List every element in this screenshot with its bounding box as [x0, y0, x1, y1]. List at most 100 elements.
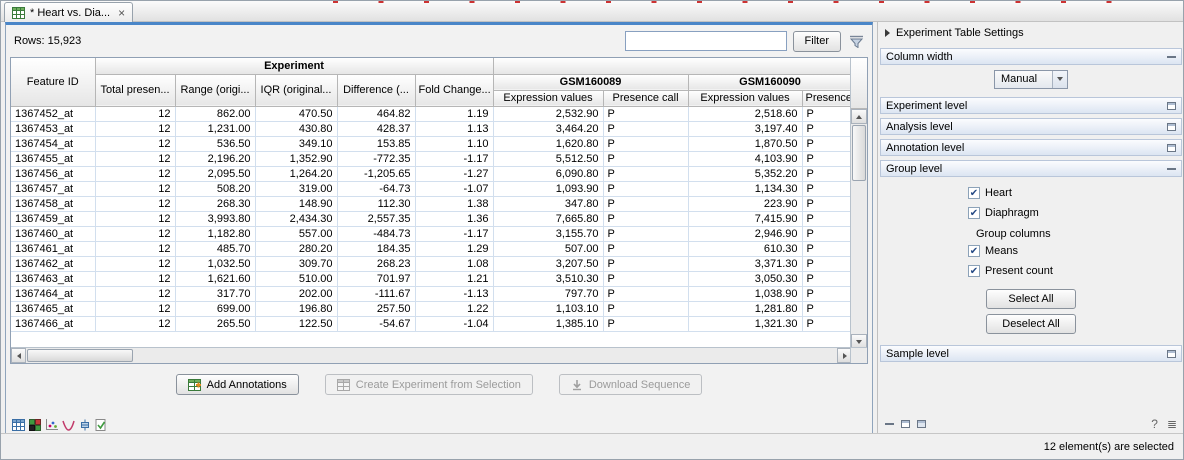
box-plot-view-icon[interactable] [79, 419, 91, 431]
table-cell: 1,134.30 [688, 181, 802, 196]
tab-close-icon[interactable]: × [118, 8, 125, 18]
horizontal-scroll-thumb[interactable] [27, 349, 133, 362]
section-column-width[interactable]: Column width [880, 48, 1182, 65]
section-group-level[interactable]: Group level [880, 160, 1182, 177]
tab-heart-vs-diaphragm[interactable]: * Heart vs. Dia... × [4, 2, 133, 22]
selection-status: 12 element(s) are selected [1044, 441, 1174, 453]
float-panel-icon[interactable] [901, 420, 910, 428]
group-header-experiment[interactable]: Experiment [95, 58, 493, 74]
checkbox[interactable]: ✔ [968, 187, 980, 199]
scroll-up-button[interactable] [851, 109, 867, 124]
expand-section-icon[interactable] [1167, 102, 1176, 110]
col-header-iqr[interactable]: IQR (original... [255, 74, 337, 106]
table-row[interactable]: 1367462_at121,032.50309.70268.231.083,20… [11, 256, 852, 271]
table-row[interactable]: 1367452_at12862.00470.50464.821.192,532.… [11, 106, 852, 121]
checkbox-row[interactable]: ✔Means [968, 242, 1184, 260]
checkbox[interactable]: ✔ [968, 265, 980, 277]
vertical-scrollbar[interactable] [850, 58, 867, 349]
table-cell: 148.90 [255, 196, 337, 211]
filter-button[interactable]: Filter [793, 31, 841, 52]
table-cell: 862.00 [175, 106, 255, 121]
col-header-fold-change[interactable]: Fold Change... [415, 74, 493, 106]
select-all-button[interactable]: Select All [986, 289, 1076, 309]
col-header-feature-id[interactable]: Feature ID [11, 58, 95, 106]
collapse-section-icon[interactable] [1167, 168, 1176, 170]
group-header-gsm160090[interactable]: GSM160090 [688, 74, 852, 90]
create-experiment-button[interactable]: Create Experiment from Selection [325, 374, 533, 395]
vertical-scroll-track[interactable] [851, 124, 867, 334]
annotation-view-icon[interactable] [95, 419, 107, 431]
table-row[interactable]: 1367458_at12268.30148.90112.301.38347.80… [11, 196, 852, 211]
table-row[interactable]: 1367456_at122,095.501,264.20-1,205.65-1.… [11, 166, 852, 181]
table-cell: 1.29 [415, 241, 493, 256]
collapse-section-icon[interactable] [1167, 56, 1176, 58]
table-cell: 701.97 [337, 271, 415, 286]
add-annotations-button[interactable]: Add Annotations [176, 374, 299, 395]
table-view-icon[interactable] [12, 419, 25, 431]
table-row[interactable]: 1367464_at12317.70202.00-111.67-1.13797.… [11, 286, 852, 301]
table-row[interactable]: 1367460_at121,182.80557.00-484.73-1.173,… [11, 226, 852, 241]
table-cell: P [802, 241, 852, 256]
table-row[interactable]: 1367466_at12265.50122.50-54.67-1.041,385… [11, 316, 852, 331]
col-header-difference[interactable]: Difference (... [337, 74, 415, 106]
table-cell: P [603, 211, 688, 226]
expand-section-icon[interactable] [1167, 144, 1176, 152]
column-width-dropdown[interactable]: Manual [994, 70, 1068, 89]
advanced-filter-icon[interactable] [849, 35, 864, 48]
experiment-table-icon [12, 7, 25, 19]
col-header-expression-values-2[interactable]: Expression values [688, 90, 802, 106]
scroll-left-button[interactable] [11, 348, 26, 363]
col-header-expression-values-1[interactable]: Expression values [493, 90, 603, 106]
checkbox[interactable]: ✔ [968, 245, 980, 257]
side-panel-manager-icon[interactable]: ≣ [1167, 417, 1177, 431]
volcano-plot-view-icon[interactable] [62, 419, 75, 431]
group-header-gsm160089[interactable]: GSM160089 [493, 74, 688, 90]
table-row[interactable]: 1367463_at121,621.60510.00701.971.213,51… [11, 271, 852, 286]
deselect-all-button[interactable]: Deselect All [986, 314, 1076, 334]
table-cell: 1.38 [415, 196, 493, 211]
col-header-presence-call-2[interactable]: Presence call [802, 90, 852, 106]
horizontal-scroll-track[interactable] [26, 348, 837, 363]
table-cell: 1,182.80 [175, 226, 255, 241]
table-cell: P [802, 286, 852, 301]
table-cell: 12 [95, 226, 175, 241]
heat-map-view-icon[interactable] [29, 419, 41, 431]
expand-section-icon[interactable] [1167, 123, 1176, 131]
table-cell: P [802, 136, 852, 151]
section-annotation-level[interactable]: Annotation level [880, 139, 1182, 156]
section-experiment-level[interactable]: Experiment level [880, 97, 1182, 114]
create-experiment-icon [337, 379, 350, 391]
table-row[interactable]: 1367465_at12699.00196.80257.501.221,103.… [11, 301, 852, 316]
expand-section-icon[interactable] [1167, 350, 1176, 358]
horizontal-scrollbar[interactable] [11, 347, 852, 363]
col-header-presence-call-1[interactable]: Presence call [603, 90, 688, 106]
table-row[interactable]: 1367455_at122,196.201,352.90-772.35-1.17… [11, 151, 852, 166]
vertical-scroll-thumb[interactable] [852, 125, 866, 181]
filter-input[interactable] [625, 31, 787, 51]
table-row[interactable]: 1367453_at121,231.00430.80428.371.133,46… [11, 121, 852, 136]
section-label: Experiment level [886, 100, 1167, 112]
table-row[interactable]: 1367461_at12485.70280.20184.351.29507.00… [11, 241, 852, 256]
checkbox-row[interactable]: ✔Diaphragm [968, 204, 1184, 222]
collapse-all-icon[interactable] [885, 423, 894, 425]
side-panel-footer: ? ≣ [885, 417, 1177, 431]
section-sample-level[interactable]: Sample level [880, 345, 1182, 362]
checkbox[interactable]: ✔ [968, 207, 980, 219]
checkbox-row[interactable]: ✔Heart [968, 184, 1184, 202]
table-row[interactable]: 1367454_at12536.50349.10153.851.101,620.… [11, 136, 852, 151]
table-cell: 3,207.50 [493, 256, 603, 271]
table-row[interactable]: 1367459_at123,993.802,434.302,557.351.36… [11, 211, 852, 226]
help-icon[interactable]: ? [1151, 417, 1158, 431]
table-cell: 1,038.90 [688, 286, 802, 301]
table-row[interactable]: 1367457_at12508.20319.00-64.73-1.071,093… [11, 181, 852, 196]
col-header-total-present[interactable]: Total presen... [95, 74, 175, 106]
table-cell: 2,518.60 [688, 106, 802, 121]
col-header-range[interactable]: Range (origi... [175, 74, 255, 106]
side-panel-header[interactable]: Experiment Table Settings [878, 22, 1184, 44]
dock-panel-icon[interactable] [917, 420, 926, 428]
download-sequence-button[interactable]: Download Sequence [559, 374, 703, 395]
checkbox-row[interactable]: ✔Present count [968, 262, 1184, 280]
scatter-plot-view-icon[interactable] [45, 419, 58, 431]
table-cell: P [802, 196, 852, 211]
section-analysis-level[interactable]: Analysis level [880, 118, 1182, 135]
